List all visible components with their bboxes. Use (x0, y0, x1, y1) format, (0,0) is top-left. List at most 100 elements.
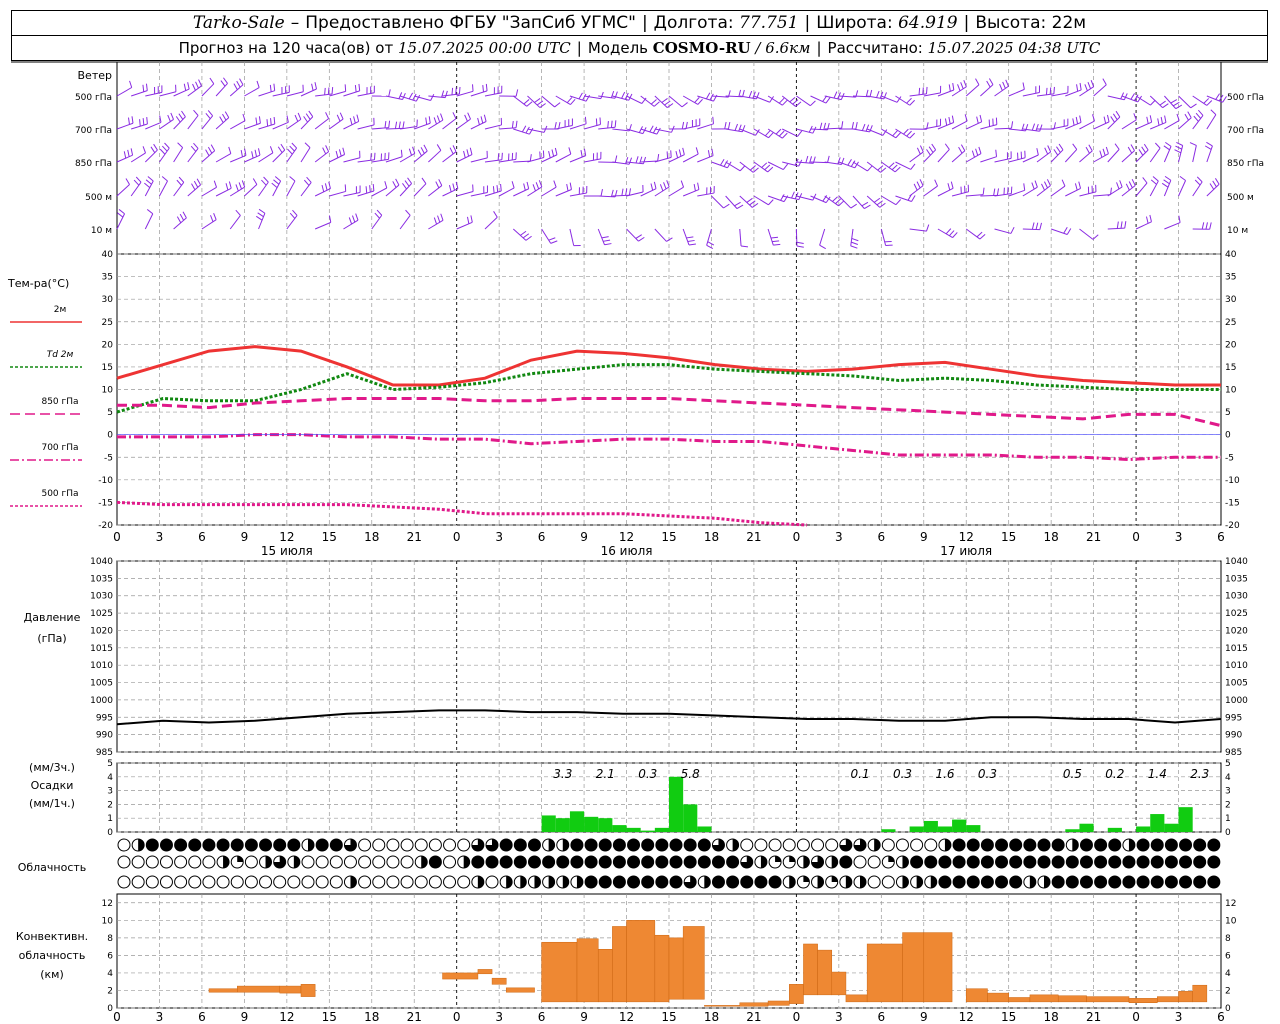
wind-barb-feather (324, 87, 326, 95)
wind-barb-feather (271, 182, 278, 188)
y-tick-label: 25 (102, 318, 113, 328)
y-tick-label: 1040 (90, 557, 113, 567)
y-tick-label: 6 (107, 951, 113, 961)
cloud-symbol-fill (548, 839, 555, 851)
cloud-symbol-fill (789, 856, 796, 862)
cloud-symbol (301, 855, 315, 869)
wind-barb (1022, 228, 1040, 231)
x-tick-label: 3 (835, 530, 843, 544)
wind-barb-feather (220, 80, 226, 87)
wind-barb-feather (738, 89, 742, 97)
cloud-symbol (358, 855, 372, 869)
cloud-symbol-fill (967, 839, 980, 851)
wind-barb (173, 147, 184, 163)
cloud-symbol-fill (237, 856, 244, 862)
y-tick-label-right: 1005 (1225, 679, 1248, 689)
cloud-symbol (216, 875, 230, 889)
cloud-symbol-fill (146, 839, 159, 851)
wind-barb-feather (1045, 87, 1048, 95)
wind-barb (1036, 151, 1051, 163)
cloud-symbol (230, 875, 244, 889)
wind-barb (1135, 149, 1149, 163)
wind-barb-feather (325, 145, 330, 152)
wind-barb-feather (365, 186, 368, 194)
wind-barb-feather (1031, 123, 1036, 131)
wind-barb-feather (228, 146, 232, 154)
wind-barb (229, 215, 241, 230)
wind-barb (626, 191, 644, 197)
wind-barb-feather (539, 103, 546, 108)
wind-barb-feather (909, 132, 916, 139)
wind-barb-feather (435, 181, 440, 189)
wind-barb-feather (979, 233, 986, 240)
wind-barb-feather (191, 183, 196, 190)
wind-barb (258, 181, 269, 197)
wind-barb (1008, 88, 1025, 97)
wind-barb-feather (705, 92, 711, 100)
precip-3h-label: 0.3 (638, 767, 657, 781)
wind-barb-feather (976, 116, 979, 124)
y-tick-label: 35 (102, 273, 113, 283)
wind-barb-feather (469, 147, 473, 155)
cloud-symbol-fill (981, 856, 994, 868)
cloud-symbol (145, 855, 159, 869)
cloud-symbol (329, 875, 343, 889)
precip-bar (1150, 814, 1165, 832)
cloud-symbol-fill (684, 839, 697, 851)
y-tick-label: 8 (107, 934, 113, 944)
wind-barb-feather (873, 197, 881, 203)
convective-bar (442, 972, 479, 980)
wind-barb-feather (355, 213, 359, 221)
wind-barb-feather (321, 184, 325, 192)
cloud-symbol-fill (520, 876, 527, 888)
cloud-symbol-fill (599, 876, 612, 888)
wind-barb-feather (256, 215, 263, 221)
precip-bar (584, 816, 599, 832)
cloud-symbol-fill (308, 839, 314, 851)
cloud-symbol-fill (726, 856, 739, 868)
wind-barb-feather (583, 148, 587, 156)
wind-barb-feather (118, 209, 125, 215)
wind-barb-feather (1154, 142, 1161, 149)
wind-barb-feather (1206, 100, 1213, 106)
wind-barb-feather (906, 97, 912, 104)
wind-barb (215, 117, 230, 130)
wind-level-label: 500 м (85, 193, 112, 203)
cloud-symbol-fill (641, 856, 654, 868)
x-tick-label: 21 (746, 1010, 761, 1024)
wind-barb-feather (501, 152, 503, 160)
cloud-symbol (895, 838, 909, 852)
wind-barb-feather (734, 201, 741, 207)
wind-barb (697, 155, 714, 163)
cloud-symbol (924, 838, 938, 852)
pressure-title: Давление (24, 611, 81, 624)
wind-barb-feather (223, 77, 228, 84)
wind-barb-feather (738, 124, 742, 132)
wind-barb (173, 217, 187, 230)
wind-barb-feather (464, 114, 468, 122)
wind-barb (937, 187, 954, 197)
cloud-symbol-fill (1023, 856, 1036, 868)
cloud-symbol-fill (995, 856, 1008, 868)
wind-barb-feather (1102, 78, 1107, 85)
wind-barb (1164, 222, 1181, 230)
wind-barb-feather (707, 150, 711, 158)
cloud-symbol-fill (506, 876, 513, 888)
wind-barb-feather (395, 178, 400, 186)
wind-barb-feather (1214, 178, 1220, 185)
cloud-symbol (372, 838, 386, 852)
cloud-symbol (754, 838, 768, 852)
cloud-symbol-fill (1108, 856, 1121, 868)
temperature-title: Тем-ра(°С) (7, 277, 69, 290)
wind-barb-feather (850, 203, 857, 209)
wind-barb-feather (782, 132, 788, 139)
cloud-symbol-fill (1009, 856, 1022, 868)
cloud-symbol-fill (1066, 876, 1079, 888)
wind-barb-feather (182, 211, 187, 219)
wind-barb-feather (1143, 143, 1149, 151)
wind-barb-feather (176, 179, 182, 186)
cloud-symbol-fill (995, 839, 1008, 851)
wind-barb (1206, 114, 1217, 130)
wind-barb-feather (485, 83, 488, 91)
wind-barb (597, 228, 606, 245)
